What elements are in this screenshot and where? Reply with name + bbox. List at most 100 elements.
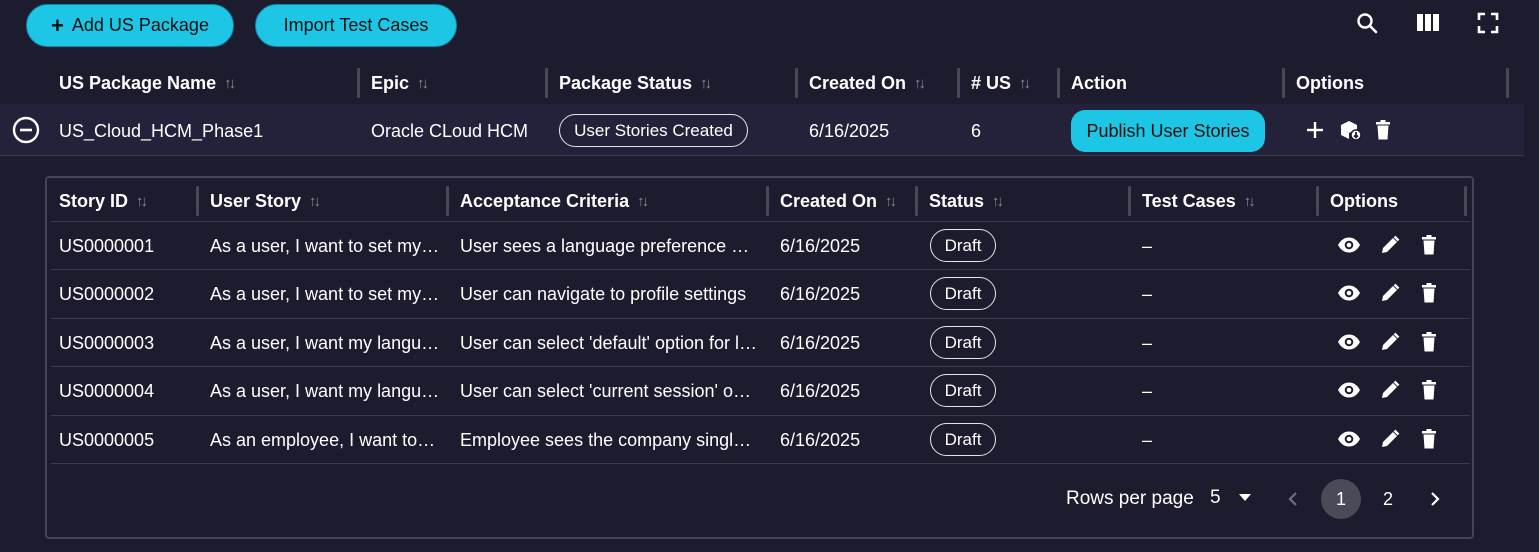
prev-page-button[interactable]: [1273, 479, 1313, 519]
sort-icon[interactable]: ↑↓: [914, 75, 926, 92]
column-separator: [357, 68, 360, 98]
col-header-package-status[interactable]: Package Status ↑↓: [559, 72, 712, 94]
story-id: US0000001: [59, 235, 155, 256]
story-created-on: 6/16/2025: [780, 332, 861, 353]
package-us-count: 6: [971, 120, 982, 141]
collapse-icon[interactable]: [12, 116, 40, 144]
story-created-on: 6/16/2025: [780, 283, 861, 304]
fullscreen-icon[interactable]: [1475, 10, 1501, 36]
edit-icon[interactable]: [1379, 428, 1401, 450]
row-divider: [51, 463, 1470, 464]
chevron-down-icon: [1238, 489, 1251, 507]
search-icon[interactable]: [1354, 10, 1380, 36]
sort-icon[interactable]: ↑↓: [417, 75, 429, 92]
story-criteria: User can navigate to profile settings: [460, 284, 747, 304]
col-header-test-cases[interactable]: Test Cases ↑↓: [1142, 190, 1256, 212]
column-separator: [545, 68, 548, 98]
row-divider: [51, 318, 1470, 319]
edit-icon[interactable]: [1379, 234, 1401, 256]
col-header-status[interactable]: Status ↑↓: [929, 190, 1004, 212]
publish-user-stories-button[interactable]: Publish User Stories: [1071, 110, 1265, 152]
story-test-cases: –: [1142, 283, 1153, 304]
story-criteria: Employee sees the company single sign-on: [460, 430, 758, 450]
view-icon[interactable]: [1336, 281, 1362, 305]
sort-icon[interactable]: ↑↓: [637, 193, 649, 210]
add-icon[interactable]: [1303, 118, 1327, 142]
add-us-package-button[interactable]: + Add US Package: [26, 4, 234, 47]
story-created-on: 6/16/2025: [780, 380, 861, 401]
import-test-cases-label: Import Test Cases: [283, 15, 429, 35]
edit-icon[interactable]: [1379, 379, 1401, 401]
sort-icon[interactable]: ↑↓: [224, 75, 236, 92]
column-separator: [766, 186, 769, 216]
delete-icon[interactable]: [1419, 282, 1439, 304]
view-icon[interactable]: [1336, 330, 1362, 354]
package-publish-icon[interactable]: [1337, 117, 1363, 143]
story-criteria: User can select 'default' option for lan…: [460, 333, 758, 353]
next-page-button[interactable]: [1415, 479, 1455, 519]
rows-per-page-select[interactable]: 5: [1210, 484, 1258, 512]
columns-icon[interactable]: [1415, 10, 1441, 36]
story-test-cases: –: [1142, 332, 1153, 353]
column-separator: [1282, 68, 1285, 98]
header-divider: [51, 221, 1470, 222]
import-test-cases-button[interactable]: Import Test Cases: [255, 4, 457, 47]
col-header-package-name[interactable]: US Package Name ↑↓: [59, 72, 236, 94]
story-text: As a user, I want to set my language pre…: [210, 236, 440, 256]
delete-icon[interactable]: [1419, 379, 1439, 401]
view-icon[interactable]: [1336, 427, 1362, 451]
sort-icon[interactable]: ↑↓: [1019, 75, 1031, 92]
delete-package-icon[interactable]: [1372, 118, 1394, 142]
delete-icon[interactable]: [1419, 331, 1439, 353]
col-header-story-options: Options: [1330, 190, 1398, 211]
package-epic: Oracle CLoud HCM: [371, 120, 529, 141]
col-header-created-on[interactable]: Created On ↑↓: [809, 72, 926, 94]
add-us-package-label: Add US Package: [71, 15, 209, 35]
col-header-user-story[interactable]: User Story ↑↓: [210, 190, 321, 212]
sort-icon[interactable]: ↑↓: [309, 193, 321, 210]
sort-icon[interactable]: ↑↓: [1244, 193, 1256, 210]
package-created-on: 6/16/2025: [809, 120, 890, 141]
sort-icon[interactable]: ↑↓: [885, 193, 897, 210]
view-icon[interactable]: [1336, 378, 1362, 402]
column-separator: [1057, 68, 1060, 98]
story-test-cases: –: [1142, 429, 1153, 450]
status-badge: Draft: [930, 229, 996, 262]
col-header-acceptance-criteria[interactable]: Acceptance Criteria ↑↓: [460, 190, 649, 212]
view-icon[interactable]: [1336, 233, 1362, 257]
column-separator: [1316, 186, 1319, 216]
edit-icon[interactable]: [1379, 282, 1401, 304]
story-test-cases: –: [1142, 380, 1153, 401]
story-text: As an employee, I want to use single sig…: [210, 430, 440, 450]
col-header-story-id[interactable]: Story ID ↑↓: [59, 190, 148, 212]
package-status-badge: User Stories Created: [559, 114, 748, 147]
sort-icon[interactable]: ↑↓: [992, 193, 1004, 210]
row-divider: [51, 269, 1470, 270]
sort-icon[interactable]: ↑↓: [136, 193, 148, 210]
story-text: As a user, I want to set my language pre…: [210, 284, 440, 304]
row-divider: [51, 366, 1470, 367]
sort-icon[interactable]: ↑↓: [700, 75, 712, 92]
page-1-button[interactable]: 1: [1321, 479, 1361, 519]
user-stories-panel: [45, 176, 1474, 539]
delete-icon[interactable]: [1419, 234, 1439, 256]
status-badge: Draft: [930, 374, 996, 407]
story-criteria: User can select 'current session' option: [460, 381, 758, 401]
rows-per-page-value: 5: [1210, 487, 1221, 508]
col-header-us-count[interactable]: # US ↑↓: [971, 72, 1031, 94]
delete-icon[interactable]: [1419, 428, 1439, 450]
edit-icon[interactable]: [1379, 331, 1401, 353]
col-header-epic[interactable]: Epic ↑↓: [371, 72, 429, 94]
story-id: US0000002: [59, 283, 155, 304]
status-badge: Draft: [930, 277, 996, 310]
story-text: As a user, I want my language preference: [210, 333, 440, 353]
story-id: US0000003: [59, 332, 155, 353]
column-separator: [196, 186, 199, 216]
story-created-on: 6/16/2025: [780, 429, 861, 450]
col-header-story-created-on[interactable]: Created On ↑↓: [780, 190, 897, 212]
story-created-on: 6/16/2025: [780, 235, 861, 256]
package-name: US_Cloud_HCM_Phase1: [59, 120, 264, 141]
column-separator: [1506, 68, 1509, 98]
col-header-action: Action: [1071, 72, 1127, 93]
page-2-button[interactable]: 2: [1368, 479, 1408, 519]
